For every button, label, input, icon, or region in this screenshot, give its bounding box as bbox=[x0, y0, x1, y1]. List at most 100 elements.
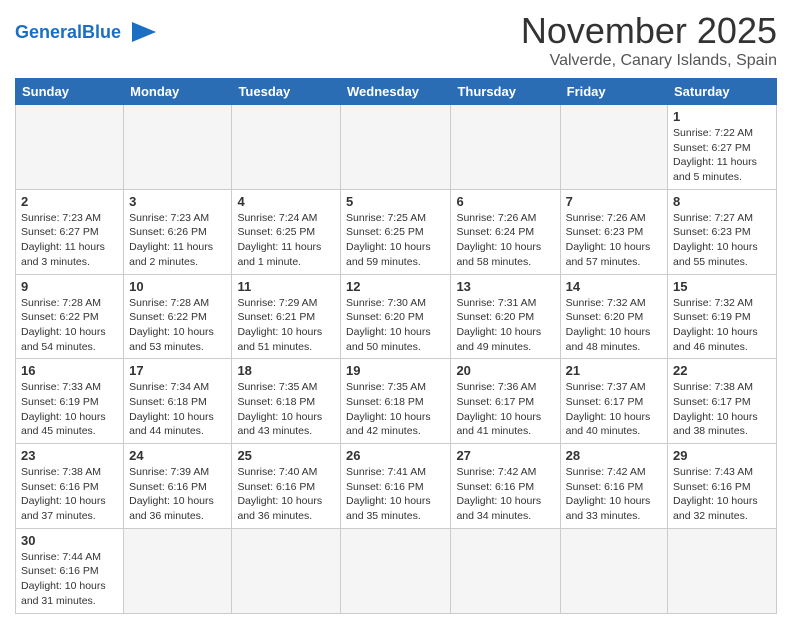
day-number: 8 bbox=[673, 194, 771, 209]
day-info: Sunrise: 7:27 AM Sunset: 6:23 PM Dayligh… bbox=[673, 211, 771, 270]
day-cell bbox=[232, 528, 341, 613]
day-number: 3 bbox=[129, 194, 226, 209]
day-cell bbox=[560, 528, 667, 613]
day-number: 6 bbox=[456, 194, 554, 209]
week-row-1: 2Sunrise: 7:23 AM Sunset: 6:27 PM Daylig… bbox=[16, 189, 777, 274]
day-info: Sunrise: 7:44 AM Sunset: 6:16 PM Dayligh… bbox=[21, 550, 118, 609]
day-cell: 27 Sunrise: 7:42 AM Sunset: 6:16 PM Dayli… bbox=[451, 444, 560, 529]
weekday-header-row: SundayMondayTuesdayWednesdayThursdayFrid… bbox=[16, 79, 777, 105]
day-info: Sunrise: 7:35 AM Sunset: 6:18 PM Dayligh… bbox=[237, 380, 335, 439]
day-number: 17 bbox=[129, 363, 226, 378]
day-info: Sunrise: 7:38 AM Sunset: 6:16 PM Dayligh… bbox=[21, 465, 118, 524]
day-number: 29 bbox=[673, 448, 771, 463]
weekday-header-sunday: Sunday bbox=[16, 79, 124, 105]
day-info: Sunrise: 7:38 AM Sunset: 6:17 PM Dayligh… bbox=[673, 380, 771, 439]
day-number: 26 bbox=[346, 448, 445, 463]
weekday-header-monday: Monday bbox=[124, 79, 232, 105]
day-cell: 30 Sunrise: 7:44 AM Sunset: 6:16 PM Dayli… bbox=[16, 528, 124, 613]
day-cell: 13Sunrise: 7:31 AM Sunset: 6:20 PM Dayli… bbox=[451, 274, 560, 359]
day-info: Sunrise: 7:35 AM Sunset: 6:18 PM Dayligh… bbox=[346, 380, 445, 439]
day-cell: 5 Sunrise: 7:25 AM Sunset: 6:25 PM Daylig… bbox=[341, 189, 451, 274]
day-cell bbox=[341, 105, 451, 190]
day-number: 12 bbox=[346, 279, 445, 294]
day-cell: 28Sunrise: 7:42 AM Sunset: 6:16 PM Dayli… bbox=[560, 444, 667, 529]
day-info: Sunrise: 7:31 AM Sunset: 6:20 PM Dayligh… bbox=[456, 296, 554, 355]
day-cell: 19 Sunrise: 7:35 AM Sunset: 6:18 PM Dayli… bbox=[341, 359, 451, 444]
day-cell: 9 Sunrise: 7:28 AM Sunset: 6:22 PM Daylig… bbox=[16, 274, 124, 359]
day-cell: 7 Sunrise: 7:26 AM Sunset: 6:23 PM Daylig… bbox=[560, 189, 667, 274]
day-number: 9 bbox=[21, 279, 118, 294]
day-cell: 26 Sunrise: 7:41 AM Sunset: 6:16 PM Dayli… bbox=[341, 444, 451, 529]
day-cell: 16 Sunrise: 7:33 AM Sunset: 6:19 PM Dayli… bbox=[16, 359, 124, 444]
day-cell bbox=[451, 105, 560, 190]
week-row-0: 1 Sunrise: 7:22 AM Sunset: 6:27 PM Daylig… bbox=[16, 105, 777, 190]
day-info: Sunrise: 7:23 AM Sunset: 6:26 PM Dayligh… bbox=[129, 211, 226, 270]
page: GeneralBlue November 2025 Valverde, Cana… bbox=[0, 0, 792, 624]
day-cell: 24 Sunrise: 7:39 AM Sunset: 6:16 PM Dayli… bbox=[124, 444, 232, 529]
day-info: Sunrise: 7:28 AM Sunset: 6:22 PM Dayligh… bbox=[21, 296, 118, 355]
day-cell: 10Sunrise: 7:28 AM Sunset: 6:22 PM Dayli… bbox=[124, 274, 232, 359]
day-number: 28 bbox=[566, 448, 662, 463]
day-number: 24 bbox=[129, 448, 226, 463]
day-cell: 23Sunrise: 7:38 AM Sunset: 6:16 PM Dayli… bbox=[16, 444, 124, 529]
day-number: 25 bbox=[237, 448, 335, 463]
title-block: November 2025 Valverde, Canary Islands, … bbox=[521, 10, 777, 70]
day-cell: 4Sunrise: 7:24 AM Sunset: 6:25 PM Daylig… bbox=[232, 189, 341, 274]
day-number: 21 bbox=[566, 363, 662, 378]
day-cell bbox=[560, 105, 667, 190]
logo-blue: Blue bbox=[82, 22, 121, 42]
day-cell: 12 Sunrise: 7:30 AM Sunset: 6:20 PM Dayli… bbox=[341, 274, 451, 359]
day-info: Sunrise: 7:34 AM Sunset: 6:18 PM Dayligh… bbox=[129, 380, 226, 439]
day-cell: 18 Sunrise: 7:35 AM Sunset: 6:18 PM Dayli… bbox=[232, 359, 341, 444]
day-number: 15 bbox=[673, 279, 771, 294]
day-cell bbox=[668, 528, 777, 613]
day-number: 22 bbox=[673, 363, 771, 378]
day-number: 1 bbox=[673, 109, 771, 124]
day-cell: 14Sunrise: 7:32 AM Sunset: 6:20 PM Dayli… bbox=[560, 274, 667, 359]
day-info: Sunrise: 7:24 AM Sunset: 6:25 PM Dayligh… bbox=[237, 211, 335, 270]
day-number: 19 bbox=[346, 363, 445, 378]
day-info: Sunrise: 7:39 AM Sunset: 6:16 PM Dayligh… bbox=[129, 465, 226, 524]
day-cell bbox=[124, 528, 232, 613]
day-number: 30 bbox=[21, 533, 118, 548]
day-info: Sunrise: 7:33 AM Sunset: 6:19 PM Dayligh… bbox=[21, 380, 118, 439]
day-info: Sunrise: 7:22 AM Sunset: 6:27 PM Dayligh… bbox=[673, 126, 771, 185]
day-number: 27 bbox=[456, 448, 554, 463]
week-row-5: 30 Sunrise: 7:44 AM Sunset: 6:16 PM Dayli… bbox=[16, 528, 777, 613]
logo-icon bbox=[124, 18, 160, 46]
day-info: Sunrise: 7:41 AM Sunset: 6:16 PM Dayligh… bbox=[346, 465, 445, 524]
day-cell: 17 Sunrise: 7:34 AM Sunset: 6:18 PM Dayli… bbox=[124, 359, 232, 444]
day-info: Sunrise: 7:26 AM Sunset: 6:23 PM Dayligh… bbox=[566, 211, 662, 270]
day-info: Sunrise: 7:30 AM Sunset: 6:20 PM Dayligh… bbox=[346, 296, 445, 355]
day-number: 7 bbox=[566, 194, 662, 209]
week-row-2: 9 Sunrise: 7:28 AM Sunset: 6:22 PM Daylig… bbox=[16, 274, 777, 359]
day-info: Sunrise: 7:37 AM Sunset: 6:17 PM Dayligh… bbox=[566, 380, 662, 439]
day-number: 18 bbox=[237, 363, 335, 378]
day-cell: 6 Sunrise: 7:26 AM Sunset: 6:24 PM Daylig… bbox=[451, 189, 560, 274]
day-cell: 2Sunrise: 7:23 AM Sunset: 6:27 PM Daylig… bbox=[16, 189, 124, 274]
day-cell bbox=[232, 105, 341, 190]
week-row-3: 16 Sunrise: 7:33 AM Sunset: 6:19 PM Dayli… bbox=[16, 359, 777, 444]
weekday-header-wednesday: Wednesday bbox=[341, 79, 451, 105]
day-info: Sunrise: 7:36 AM Sunset: 6:17 PM Dayligh… bbox=[456, 380, 554, 439]
day-cell bbox=[341, 528, 451, 613]
weekday-header-thursday: Thursday bbox=[451, 79, 560, 105]
day-info: Sunrise: 7:25 AM Sunset: 6:25 PM Dayligh… bbox=[346, 211, 445, 270]
day-info: Sunrise: 7:32 AM Sunset: 6:19 PM Dayligh… bbox=[673, 296, 771, 355]
day-info: Sunrise: 7:28 AM Sunset: 6:22 PM Dayligh… bbox=[129, 296, 226, 355]
week-row-4: 23Sunrise: 7:38 AM Sunset: 6:16 PM Dayli… bbox=[16, 444, 777, 529]
day-number: 16 bbox=[21, 363, 118, 378]
day-cell bbox=[451, 528, 560, 613]
day-info: Sunrise: 7:23 AM Sunset: 6:27 PM Dayligh… bbox=[21, 211, 118, 270]
weekday-header-saturday: Saturday bbox=[668, 79, 777, 105]
day-cell: 1 Sunrise: 7:22 AM Sunset: 6:27 PM Daylig… bbox=[668, 105, 777, 190]
day-info: Sunrise: 7:26 AM Sunset: 6:24 PM Dayligh… bbox=[456, 211, 554, 270]
day-info: Sunrise: 7:42 AM Sunset: 6:16 PM Dayligh… bbox=[456, 465, 554, 524]
logo-general: General bbox=[15, 22, 82, 42]
day-cell: 11Sunrise: 7:29 AM Sunset: 6:21 PM Dayli… bbox=[232, 274, 341, 359]
day-number: 5 bbox=[346, 194, 445, 209]
header: GeneralBlue November 2025 Valverde, Cana… bbox=[15, 10, 777, 70]
day-number: 14 bbox=[566, 279, 662, 294]
day-number: 11 bbox=[237, 279, 335, 294]
day-cell bbox=[16, 105, 124, 190]
